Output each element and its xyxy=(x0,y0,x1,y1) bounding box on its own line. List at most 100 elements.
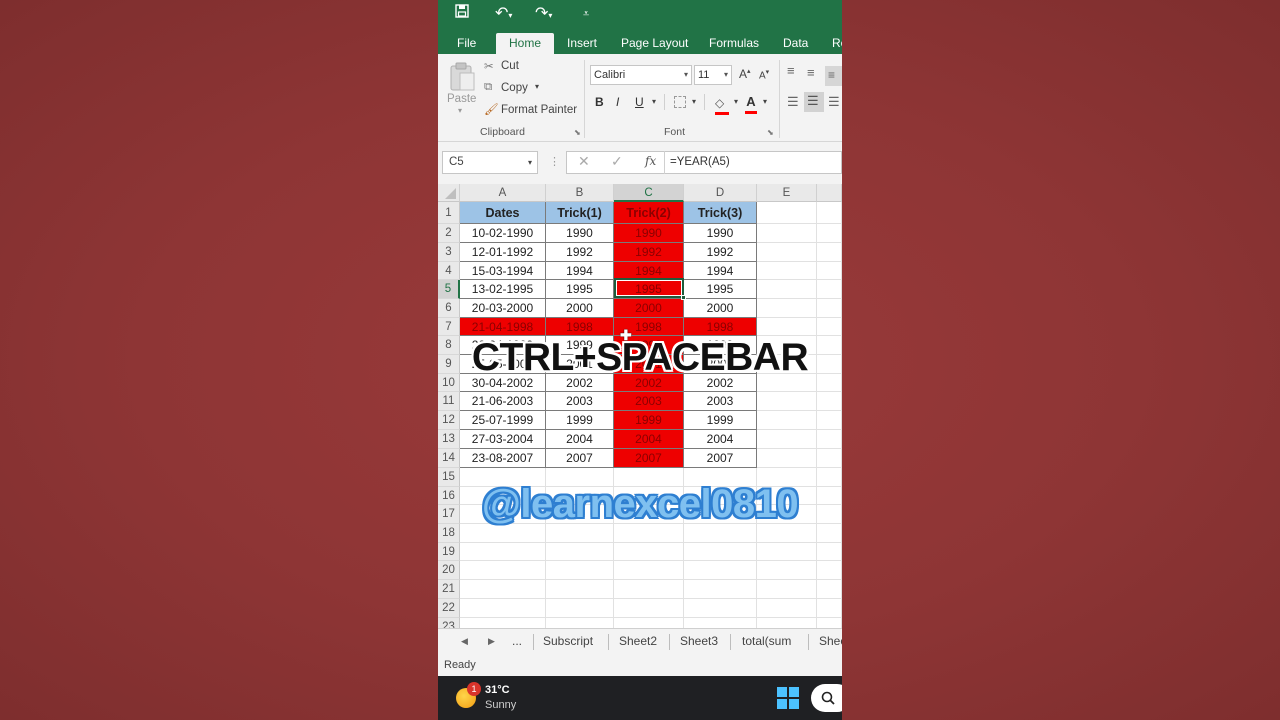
table-cell[interactable]: 2007 xyxy=(546,449,614,468)
copy-button[interactable]: Copy xyxy=(501,82,528,94)
clipboard-launcher-icon[interactable]: ⬊ xyxy=(574,128,581,137)
row-header-21[interactable]: 21 xyxy=(438,580,460,599)
enter-icon[interactable]: ✓ xyxy=(611,153,623,170)
align-right-icon[interactable]: ☰ xyxy=(828,94,840,110)
table-cell[interactable]: 1994 xyxy=(684,262,757,280)
cut-button[interactable]: Cut xyxy=(501,60,519,72)
empty-cell[interactable] xyxy=(817,561,842,580)
row-header-6[interactable]: 6 xyxy=(438,299,460,318)
row-header-5[interactable]: 5 xyxy=(438,280,460,299)
column-header-c[interactable]: C xyxy=(614,184,684,202)
fill-color-dropdown-icon[interactable]: ▾ xyxy=(734,97,738,106)
more-options-icon[interactable]: ⋮ xyxy=(549,155,560,168)
tab-insert[interactable]: Insert xyxy=(561,33,603,54)
empty-cell[interactable] xyxy=(817,449,842,468)
row-header-1[interactable]: 1 xyxy=(438,202,460,224)
table-cell[interactable]: 27-03-2004 xyxy=(460,430,546,449)
row-header-13[interactable]: 13 xyxy=(438,430,460,449)
empty-cell[interactable] xyxy=(817,392,842,411)
table-cell[interactable]: 10-02-1990 xyxy=(460,224,546,243)
empty-cell[interactable] xyxy=(757,318,817,336)
table-cell[interactable]: 2000 xyxy=(614,299,684,318)
table-cell[interactable]: 13-02-1995 xyxy=(460,280,546,299)
save-icon[interactable] xyxy=(455,4,469,24)
sheet-tab-sheet3[interactable]: Sheet3 xyxy=(680,629,718,654)
bold-button[interactable]: B xyxy=(595,95,604,109)
table-cell[interactable]: 25-07-1999 xyxy=(460,411,546,430)
row-header-12[interactable]: 12 xyxy=(438,411,460,430)
table-cell[interactable]: 1992 xyxy=(684,243,757,262)
empty-cell[interactable] xyxy=(546,580,614,599)
copy-dropdown-icon[interactable]: ▾ xyxy=(535,82,539,91)
row-header-4[interactable]: 4 xyxy=(438,262,460,280)
borders-dropdown-icon[interactable]: ▾ xyxy=(692,97,696,106)
table-cell[interactable]: 1999 xyxy=(546,411,614,430)
empty-cell[interactable] xyxy=(817,202,842,224)
column-header-a[interactable]: A xyxy=(460,184,546,202)
table-cell[interactable]: 2000 xyxy=(684,299,757,318)
italic-button[interactable]: I xyxy=(616,95,619,109)
empty-cell[interactable] xyxy=(757,411,817,430)
underline-dropdown-icon[interactable]: ▾ xyxy=(652,97,656,106)
font-color-dropdown-icon[interactable]: ▾ xyxy=(763,97,767,106)
empty-cell[interactable] xyxy=(817,430,842,449)
align-center-icon[interactable]: ☰ xyxy=(804,92,824,112)
customize-qat-icon[interactable]: ⩡ xyxy=(583,4,589,24)
table-cell[interactable]: 1992 xyxy=(546,243,614,262)
table-cell[interactable]: 1994 xyxy=(546,262,614,280)
empty-cell[interactable] xyxy=(817,580,842,599)
empty-cell[interactable] xyxy=(684,561,757,580)
table-cell[interactable]: 1998 xyxy=(546,318,614,336)
row-header-20[interactable]: 20 xyxy=(438,561,460,580)
table-cell[interactable]: 1999 xyxy=(684,411,757,430)
sheet-tab-more[interactable]: ... xyxy=(512,629,522,654)
empty-cell[interactable] xyxy=(614,543,684,561)
format-painter-button[interactable]: Format Painter xyxy=(501,104,577,116)
table-cell[interactable]: 2007 xyxy=(684,449,757,468)
table-cell[interactable]: 2007 xyxy=(614,449,684,468)
empty-cell[interactable] xyxy=(817,224,842,243)
empty-cell[interactable] xyxy=(614,580,684,599)
cancel-icon[interactable]: ✕ xyxy=(578,153,590,170)
table-cell[interactable]: 1990 xyxy=(546,224,614,243)
underline-button[interactable]: U xyxy=(635,95,644,109)
sheet-tab-subscript[interactable]: Subscript xyxy=(543,629,593,654)
active-cell[interactable] xyxy=(614,278,684,298)
empty-cell[interactable] xyxy=(684,543,757,561)
sheet-tab-sheet2[interactable]: Sheet2 xyxy=(619,629,657,654)
empty-cell[interactable] xyxy=(546,543,614,561)
table-cell[interactable]: 2004 xyxy=(546,430,614,449)
table-cell[interactable]: 12-01-1992 xyxy=(460,243,546,262)
table-header-cell[interactable]: Dates xyxy=(460,202,546,224)
empty-cell[interactable] xyxy=(817,262,842,280)
redo-icon[interactable]: ↷▾ xyxy=(535,4,552,26)
table-header-cell[interactable]: Trick(1) xyxy=(546,202,614,224)
sheet-tab-sheet-next[interactable]: Shee xyxy=(819,629,842,654)
empty-cell[interactable] xyxy=(614,599,684,618)
paste-dropdown-icon[interactable]: ▾ xyxy=(458,106,462,115)
name-box[interactable]: C5 ▾ xyxy=(442,151,538,174)
fill-handle[interactable] xyxy=(681,295,686,300)
table-cell[interactable]: 21-04-1998 xyxy=(460,318,546,336)
column-header-e[interactable]: E xyxy=(757,184,817,202)
tab-page-layout[interactable]: Page Layout xyxy=(615,33,694,54)
empty-cell[interactable] xyxy=(817,599,842,618)
empty-cell[interactable] xyxy=(757,392,817,411)
font-launcher-icon[interactable]: ⬊ xyxy=(767,128,774,137)
table-header-cell[interactable]: Trick(3) xyxy=(684,202,757,224)
column-header-d[interactable]: D xyxy=(684,184,757,202)
table-cell[interactable]: 2003 xyxy=(614,392,684,411)
table-cell[interactable]: 2000 xyxy=(546,299,614,318)
empty-cell[interactable] xyxy=(817,318,842,336)
tab-data[interactable]: Data xyxy=(777,33,814,54)
shrink-font-icon[interactable]: A▾ xyxy=(759,68,769,81)
table-cell[interactable]: 1992 xyxy=(614,243,684,262)
font-color-icon[interactable]: A xyxy=(745,93,757,114)
empty-cell[interactable] xyxy=(460,561,546,580)
empty-cell[interactable] xyxy=(757,280,817,299)
empty-cell[interactable] xyxy=(684,580,757,599)
empty-cell[interactable] xyxy=(684,599,757,618)
empty-cell[interactable] xyxy=(546,561,614,580)
empty-cell[interactable] xyxy=(817,299,842,318)
row-header-22[interactable]: 22 xyxy=(438,599,460,618)
